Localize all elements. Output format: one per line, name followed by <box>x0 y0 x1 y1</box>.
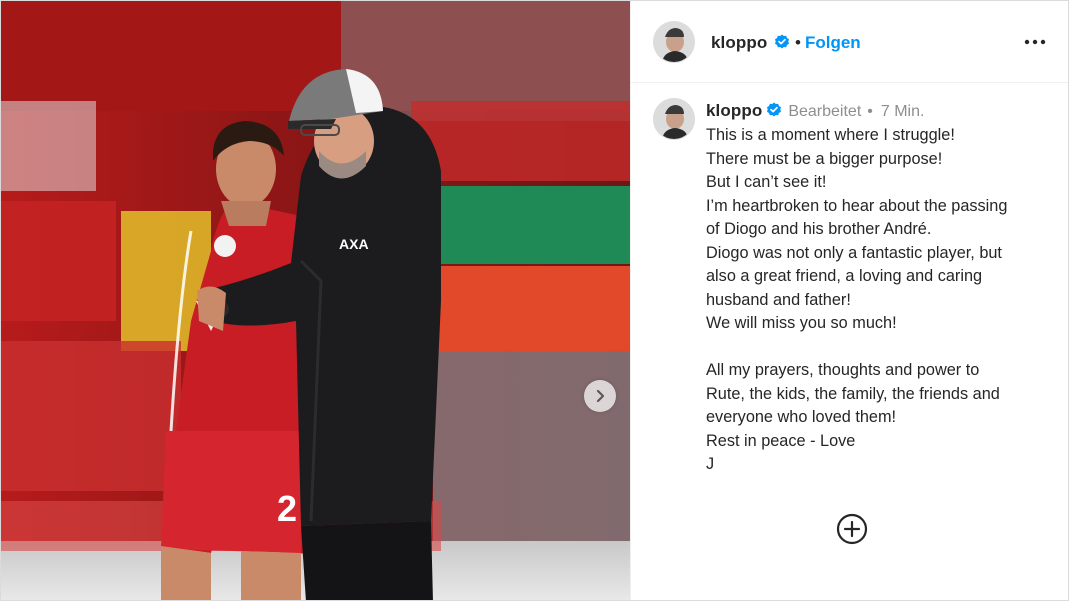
post-dialog: 2 AXA kloppo • Folgen kloppo Bearbeitet … <box>0 0 1069 601</box>
more-horizontal-icon[interactable] <box>1023 34 1047 50</box>
caption-line: But I can’t see it! <box>706 173 827 191</box>
comment-username[interactable]: kloppo <box>706 101 762 120</box>
post-side-panel: kloppo • Folgen kloppo Bearbeitet • 7 Mi… <box>630 1 1068 600</box>
post-header: kloppo • Folgen <box>631 1 1068 83</box>
caption-line: everyone who loved them! <box>706 408 897 426</box>
comment-timestamp[interactable]: 7 Min. <box>881 103 925 120</box>
coach-jacket-logo: AXA <box>339 236 369 252</box>
caption-line: This is a moment where I struggle! <box>706 126 955 144</box>
caption-line: All my prayers, thoughts and power to <box>706 361 980 379</box>
separator-dot: • <box>795 33 801 52</box>
separator-dot: • <box>867 103 873 120</box>
verified-badge-icon <box>767 102 782 117</box>
post-photo: 2 AXA <box>1 1 630 600</box>
verified-badge-icon <box>775 34 789 49</box>
profile-photo <box>654 99 694 139</box>
edited-label: Bearbeitet <box>788 103 862 120</box>
comment-header: kloppo Bearbeitet • 7 Min. <box>706 101 924 121</box>
add-circle-icon[interactable] <box>836 513 868 545</box>
caption-line <box>706 336 1051 360</box>
next-image-button[interactable] <box>584 380 616 412</box>
comment-avatar[interactable] <box>653 98 695 140</box>
caption-line: Rute, the kids, the family, the friends … <box>706 384 1000 403</box>
avatar[interactable] <box>653 21 695 63</box>
caption-line: husband and father! <box>706 290 851 309</box>
caption-line: also a great friend, a loving and caring <box>706 267 983 285</box>
username[interactable]: kloppo <box>711 33 767 53</box>
caption-line: Rest in peace - Love <box>706 431 856 450</box>
caption-line: Diogo was not only a fantastic player, b… <box>706 243 1002 262</box>
caption-line: I’m heartbroken to hear about the passin… <box>706 196 1008 215</box>
caption-line: There must be a bigger purpose! <box>706 149 943 168</box>
caption-line: We will miss you so much! <box>706 314 897 332</box>
profile-photo <box>654 22 694 62</box>
caption-line: of Diogo and his brother André. <box>706 220 932 238</box>
player-number: 2 <box>277 488 297 529</box>
photo-illustration: 2 AXA <box>1 1 630 600</box>
chevron-right-icon <box>596 389 605 403</box>
follow-label: Folgen <box>804 33 861 52</box>
caption-text: This is a moment where I struggle! There… <box>706 124 1051 477</box>
follow-button[interactable]: • Folgen <box>795 33 861 53</box>
caption-line: J <box>706 455 715 473</box>
